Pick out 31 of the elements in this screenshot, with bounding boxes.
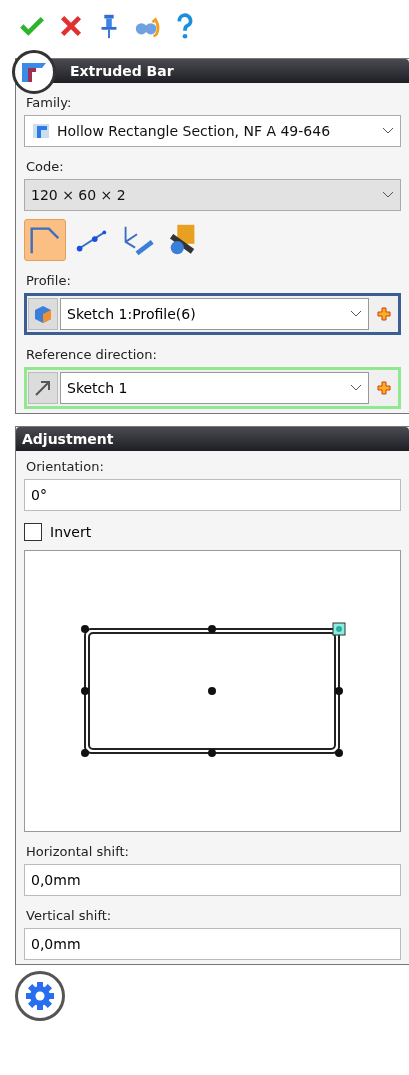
orientation-field[interactable]: 0°	[24, 479, 401, 511]
chevron-icon	[382, 127, 394, 135]
settings-button[interactable]	[15, 971, 65, 1021]
invert-checkbox[interactable]: Invert	[24, 523, 401, 541]
panel-title: Adjustment	[16, 427, 409, 451]
field-label: Family:	[26, 95, 73, 110]
field-label: Orientation:	[26, 459, 105, 474]
chevron-icon	[350, 384, 362, 392]
selection-dropdown[interactable]: Sketch 1:Profile(6)	[60, 298, 369, 330]
shift-field[interactable]: 0,0mm	[24, 864, 401, 896]
code-dropdown[interactable]: 120 × 60 × 2	[24, 179, 401, 211]
select-mode-button[interactable]	[28, 372, 58, 404]
table-icon	[31, 121, 51, 141]
field-label: Code:	[26, 159, 65, 174]
family-dropdown[interactable]: Hollow Rectangle Section, NF A 49-646	[24, 115, 401, 147]
field-label: Profile:	[26, 273, 72, 288]
selection-dropdown[interactable]: Sketch 1	[60, 372, 369, 404]
checkbox-box[interactable]	[24, 523, 42, 541]
arrow-icon	[33, 378, 53, 398]
chevron-icon	[350, 310, 362, 318]
field-label: Reference direction:	[26, 347, 158, 362]
plus-icon	[377, 381, 391, 395]
profile-mode-button[interactable]	[24, 219, 66, 261]
select-mode-button[interactable]	[28, 298, 58, 330]
shift-field[interactable]: 0,0mm	[24, 928, 401, 960]
settings-icon	[24, 980, 56, 1012]
plus-icon	[377, 307, 391, 321]
field-label: Horizontal shift:	[26, 844, 130, 859]
cube-icon	[33, 304, 53, 324]
field-label: Vertical shift:	[26, 908, 113, 923]
chevron-icon	[382, 191, 394, 199]
